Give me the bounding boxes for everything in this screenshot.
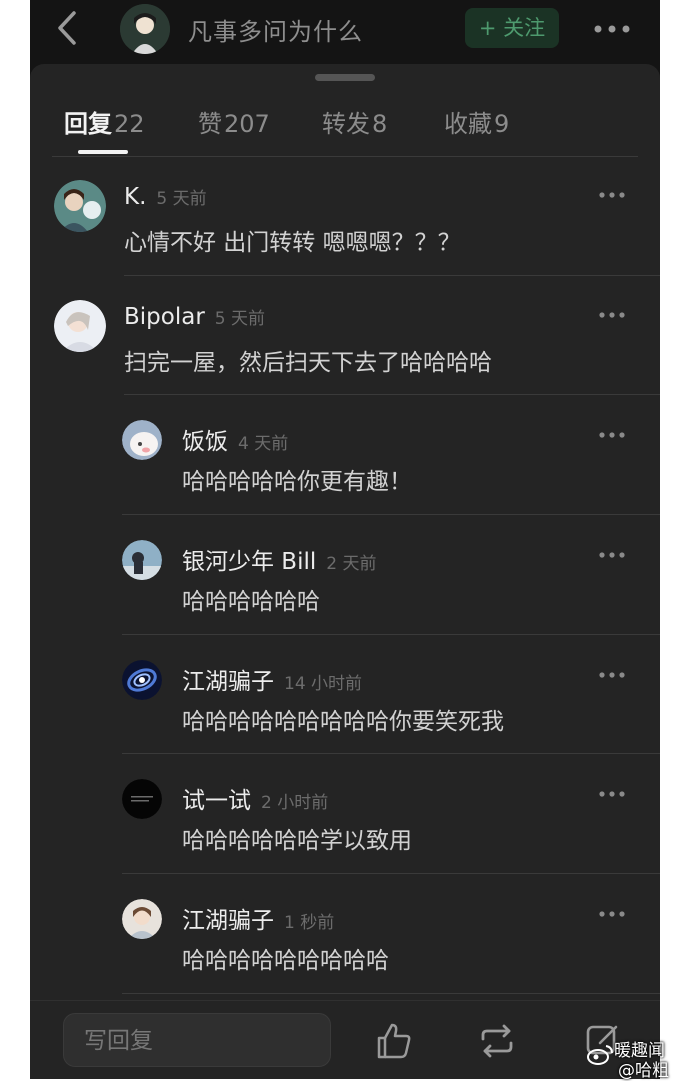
tab-count: 22 — [114, 110, 145, 138]
comment-more-icon[interactable] — [598, 310, 626, 320]
comment-divider — [124, 394, 660, 395]
tab-count: 207 — [224, 110, 270, 138]
user-avatar-icon — [122, 899, 162, 939]
comment-time: 5 天前 — [214, 309, 266, 329]
watermark-handle: @哈粗 — [618, 1061, 669, 1081]
avatar[interactable] — [122, 779, 162, 819]
like-icon[interactable] — [373, 1021, 413, 1061]
watermark: 暖趣闻 @哈粗 — [582, 1036, 690, 1081]
comment-divider — [124, 275, 660, 276]
bottom-action-bar: 写回复 — [30, 1000, 660, 1079]
comment-time: 1 秒前 — [284, 913, 335, 933]
comment-text: 扫完一屋，然后扫天下去了哈哈哈哈 — [124, 350, 492, 376]
avatar[interactable] — [122, 660, 162, 700]
comment-author[interactable]: K. 5 天前 — [124, 184, 207, 210]
comment-more-icon[interactable] — [598, 909, 626, 919]
comment-author[interactable]: 试一试 2 小时前 — [182, 781, 328, 815]
comment-time: 2 小时前 — [261, 793, 329, 813]
active-tab-indicator — [78, 150, 128, 154]
back-chevron-icon[interactable] — [52, 10, 82, 46]
comment-author[interactable]: Bipolar 5 天前 — [124, 304, 265, 330]
author-name[interactable]: 饭饭 — [182, 429, 228, 455]
comment-divider — [122, 753, 660, 754]
user-avatar-icon — [122, 420, 162, 460]
follow-button[interactable]: + 关注 — [465, 8, 559, 48]
tab-reposts[interactable]: 转发8 — [322, 104, 387, 139]
avatar[interactable] — [54, 180, 106, 232]
comment-divider — [122, 993, 660, 994]
comment-author[interactable]: 江湖骗子 14 小时前 — [182, 662, 362, 696]
avatar[interactable] — [122, 420, 162, 460]
comment-text: 哈哈哈哈哈哈 — [182, 589, 320, 615]
author-name[interactable]: 试一试 — [182, 788, 251, 814]
tabs-divider — [52, 156, 638, 157]
comment-text: 哈哈哈哈哈哈学以致用 — [182, 828, 412, 854]
app-screen: 凡事多问为什么 + 关注 回复22 赞207 转发8 收藏9 K. 5 天前 心… — [30, 0, 660, 1079]
comment-item[interactable]: K. 5 天前 心情不好 出门转转 嗯嗯嗯？？？ — [54, 180, 660, 300]
tab-replies[interactable]: 回复22 — [64, 104, 145, 139]
comment-item[interactable]: Bipolar 5 天前 扫完一屋，然后扫天下去了哈哈哈哈 — [54, 300, 660, 420]
comment-text: 哈哈哈哈哈你更有趣！ — [182, 469, 412, 495]
avatar[interactable] — [122, 540, 162, 580]
sheet-drag-handle[interactable] — [315, 74, 375, 81]
comment-more-icon[interactable] — [598, 190, 626, 200]
tab-label: 回复 — [64, 110, 112, 138]
author-name[interactable]: K. — [124, 184, 146, 210]
dark-text-avatar-icon — [122, 779, 162, 819]
reply-item[interactable]: 银河少年 Bill 2 天前 哈哈哈哈哈哈 — [122, 540, 660, 660]
comment-more-icon[interactable] — [598, 430, 626, 440]
author-name[interactable]: 江湖骗子 — [182, 669, 274, 695]
comment-time: 2 天前 — [326, 554, 377, 574]
weibo-logo-icon — [587, 1045, 613, 1065]
comment-divider — [122, 873, 660, 874]
tab-label: 收藏 — [444, 110, 492, 138]
galaxy-avatar-icon — [122, 660, 162, 700]
comment-text: 哈哈哈哈哈哈哈哈哈 — [182, 948, 389, 974]
author-name[interactable]: 江湖骗子 — [182, 908, 274, 934]
repost-icon[interactable] — [477, 1021, 517, 1061]
avatar[interactable] — [54, 300, 106, 352]
author-avatar-image-icon — [120, 4, 170, 54]
tab-bar: 回复22 赞207 转发8 收藏9 — [30, 94, 660, 154]
tab-favorites[interactable]: 收藏9 — [444, 104, 509, 139]
comment-more-icon[interactable] — [598, 550, 626, 560]
tab-likes[interactable]: 赞207 — [198, 104, 270, 139]
comment-author[interactable]: 饭饭 4 天前 — [182, 422, 288, 456]
top-bar: 凡事多问为什么 + 关注 — [30, 0, 660, 62]
comment-divider — [122, 634, 660, 635]
reply-item[interactable]: 江湖骗子 14 小时前 哈哈哈哈哈哈哈哈哈你要笑死我 — [122, 660, 660, 780]
tab-count: 9 — [494, 110, 510, 138]
tab-count: 8 — [372, 110, 388, 138]
user-avatar-icon — [54, 180, 106, 232]
comment-more-icon[interactable] — [598, 670, 626, 680]
comment-time: 14 小时前 — [284, 674, 363, 694]
author-name[interactable]: Bipolar — [124, 304, 205, 330]
reply-input[interactable]: 写回复 — [63, 1013, 331, 1067]
page-title: 凡事多问为什么 — [188, 18, 363, 46]
comment-text: 心情不好 出门转转 嗯嗯嗯？？？ — [124, 230, 461, 256]
comment-author[interactable]: 江湖骗子 1 秒前 — [182, 901, 334, 935]
reply-item[interactable]: 试一试 2 小时前 哈哈哈哈哈哈学以致用 — [122, 779, 660, 899]
user-avatar-icon — [122, 540, 162, 580]
author-avatar[interactable] — [120, 4, 170, 54]
comment-time: 4 天前 — [238, 434, 289, 454]
comment-time: 5 天前 — [156, 189, 207, 209]
author-name[interactable]: 银河少年 Bill — [182, 549, 316, 575]
comment-author[interactable]: 银河少年 Bill 2 天前 — [182, 542, 377, 576]
reply-item[interactable]: 饭饭 4 天前 哈哈哈哈哈你更有趣！ — [122, 420, 660, 540]
comment-more-icon[interactable] — [598, 789, 626, 799]
more-dots-icon[interactable] — [592, 14, 632, 44]
user-avatar-icon — [54, 300, 106, 352]
comment-text: 哈哈哈哈哈哈哈哈哈你要笑死我 — [182, 709, 504, 735]
comment-divider — [122, 514, 660, 515]
avatar[interactable] — [122, 899, 162, 939]
tab-label: 转发 — [322, 110, 370, 138]
tab-label: 赞 — [198, 110, 222, 138]
